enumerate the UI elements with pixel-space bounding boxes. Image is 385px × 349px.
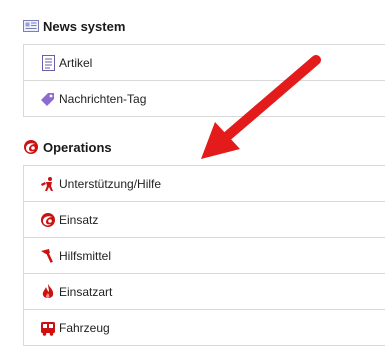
- menu-item-label: Einsatzart: [59, 284, 113, 299]
- menu-item-fahrzeug[interactable]: Fahrzeug: [23, 310, 385, 346]
- menu-item-nachrichten-tag[interactable]: Nachrichten-Tag: [23, 81, 385, 117]
- section-title-operations: Operations: [23, 138, 112, 156]
- menu-item-label: Nachrichten-Tag: [59, 91, 147, 106]
- menu-item-unterstuetzung-hilfe[interactable]: Unterstützung/Hilfe: [23, 166, 385, 202]
- section-title-label: News system: [43, 18, 126, 34]
- admin-menu: News system Artikel Nachrichten-Tag Oper…: [0, 0, 385, 349]
- tool-icon: [40, 248, 56, 264]
- support-icon: [40, 176, 56, 192]
- tag-icon: [40, 91, 56, 107]
- menu-item-einsatzart[interactable]: Einsatzart: [23, 274, 385, 310]
- menu-item-artikel[interactable]: Artikel: [23, 45, 385, 81]
- menu-item-label: Artikel: [59, 55, 93, 70]
- operations-list: Unterstützung/Hilfe Einsatz Hilfsmittel: [23, 165, 385, 346]
- menu-item-label: Fahrzeug: [59, 320, 110, 335]
- document-icon: [40, 54, 56, 71]
- menu-item-hilfsmittel[interactable]: Hilfsmittel: [23, 238, 385, 274]
- menu-item-label: Hilfsmittel: [59, 248, 112, 263]
- menu-item-einsatz[interactable]: Einsatz: [23, 202, 385, 238]
- section-title-label: Operations: [43, 139, 112, 155]
- fire-icon: [40, 283, 56, 300]
- section-title-news-system: News system: [23, 17, 125, 35]
- vehicle-icon: [40, 320, 56, 336]
- menu-item-label: Unterstützung/Hilfe: [59, 176, 162, 191]
- operation-icon: [40, 212, 56, 228]
- news-system-list: Artikel Nachrichten-Tag: [23, 44, 385, 117]
- menu-item-label: Einsatz: [59, 212, 99, 227]
- operations-icon: [23, 139, 39, 155]
- newspaper-icon: [23, 18, 39, 34]
